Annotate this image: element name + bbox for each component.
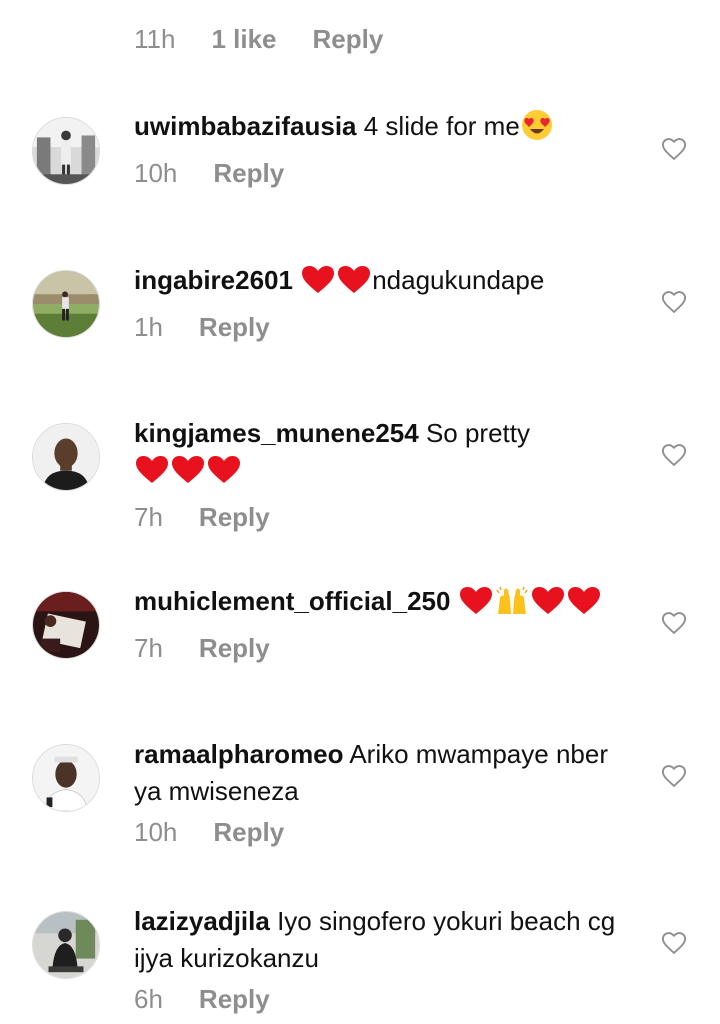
comment-text: ndagukundape xyxy=(372,265,545,295)
heart-outline-icon[interactable] xyxy=(660,762,688,790)
avatar[interactable] xyxy=(32,117,100,185)
reply-button[interactable]: Reply xyxy=(199,499,270,536)
comment-text-row: ingabire2601 ndagukundape xyxy=(134,262,624,305)
heart-eyes-emoji xyxy=(521,109,553,151)
red-heart-emoji xyxy=(567,586,601,626)
comment-username[interactable]: ramaalpharomeo xyxy=(134,739,344,769)
heart-outline-icon[interactable] xyxy=(660,135,688,163)
red-heart-emoji xyxy=(531,586,565,626)
comment-username[interactable]: lazizyadjila xyxy=(134,906,270,936)
comment-time: 7h xyxy=(134,633,163,663)
heart-outline-icon[interactable] xyxy=(660,441,688,469)
comment-username[interactable]: ingabire2601 xyxy=(134,265,293,295)
comment-text-row: lazizyadjila Iyo singofero yokuri beach … xyxy=(134,903,624,977)
comment-time: 10h xyxy=(134,158,178,188)
reply-button[interactable]: Reply xyxy=(313,24,384,55)
comment-meta: 7h Reply xyxy=(134,499,624,536)
comment-username[interactable]: uwimbabazifausia xyxy=(134,111,357,141)
comment-text-row: muhiclement_official_250 xyxy=(134,583,624,626)
heart-outline-icon[interactable] xyxy=(660,609,688,637)
red-heart-emoji xyxy=(171,455,205,495)
comment-time: 7h xyxy=(134,502,163,532)
avatar[interactable] xyxy=(32,744,100,812)
red-heart-emoji xyxy=(207,455,241,495)
avatar[interactable] xyxy=(32,270,100,338)
red-heart-emoji xyxy=(301,265,335,305)
raising-hands-emoji xyxy=(495,586,529,626)
comment-text-row: ramaalpharomeo Ariko mwampaye nber ya mw… xyxy=(134,736,624,810)
avatar[interactable] xyxy=(32,911,100,979)
comment-time: 6h xyxy=(134,984,163,1014)
avatar[interactable] xyxy=(32,591,100,659)
heart-outline-icon[interactable] xyxy=(660,288,688,316)
comment-text: 4 slide for me xyxy=(363,111,520,141)
avatar[interactable] xyxy=(32,423,100,491)
comment-meta: 10h Reply xyxy=(134,814,624,851)
comment-text-row: kingjames_munene254 So pretty xyxy=(134,415,624,452)
reply-button[interactable]: Reply xyxy=(199,981,270,1018)
heart-outline-icon[interactable] xyxy=(660,929,688,957)
reply-button[interactable]: Reply xyxy=(199,309,270,346)
comment-username[interactable]: muhiclement_official_250 xyxy=(134,586,450,616)
comment-text-row: uwimbabazifausia 4 slide for me xyxy=(134,108,624,151)
reply-button[interactable]: Reply xyxy=(213,814,284,851)
comment-meta: 6h Reply xyxy=(134,981,624,1018)
comment-meta: 1h Reply xyxy=(134,309,624,346)
comment-text: So pretty xyxy=(425,418,530,448)
previous-comment-meta: 11h 1 like Reply xyxy=(134,24,383,55)
comment-time: 10h xyxy=(134,817,178,847)
comment-meta: 10h Reply xyxy=(134,155,624,192)
comment-emoji-row xyxy=(134,452,624,495)
comment-meta: 7h Reply xyxy=(134,630,624,667)
red-heart-emoji xyxy=(459,586,493,626)
reply-button[interactable]: Reply xyxy=(199,630,270,667)
reply-button[interactable]: Reply xyxy=(213,155,284,192)
comment-time: 11h xyxy=(134,24,176,54)
comment-time: 1h xyxy=(134,312,163,342)
comment-like-count[interactable]: 1 like xyxy=(211,24,276,55)
red-heart-emoji xyxy=(337,265,371,305)
comment-username[interactable]: kingjames_munene254 xyxy=(134,418,419,448)
red-heart-emoji xyxy=(135,455,169,495)
